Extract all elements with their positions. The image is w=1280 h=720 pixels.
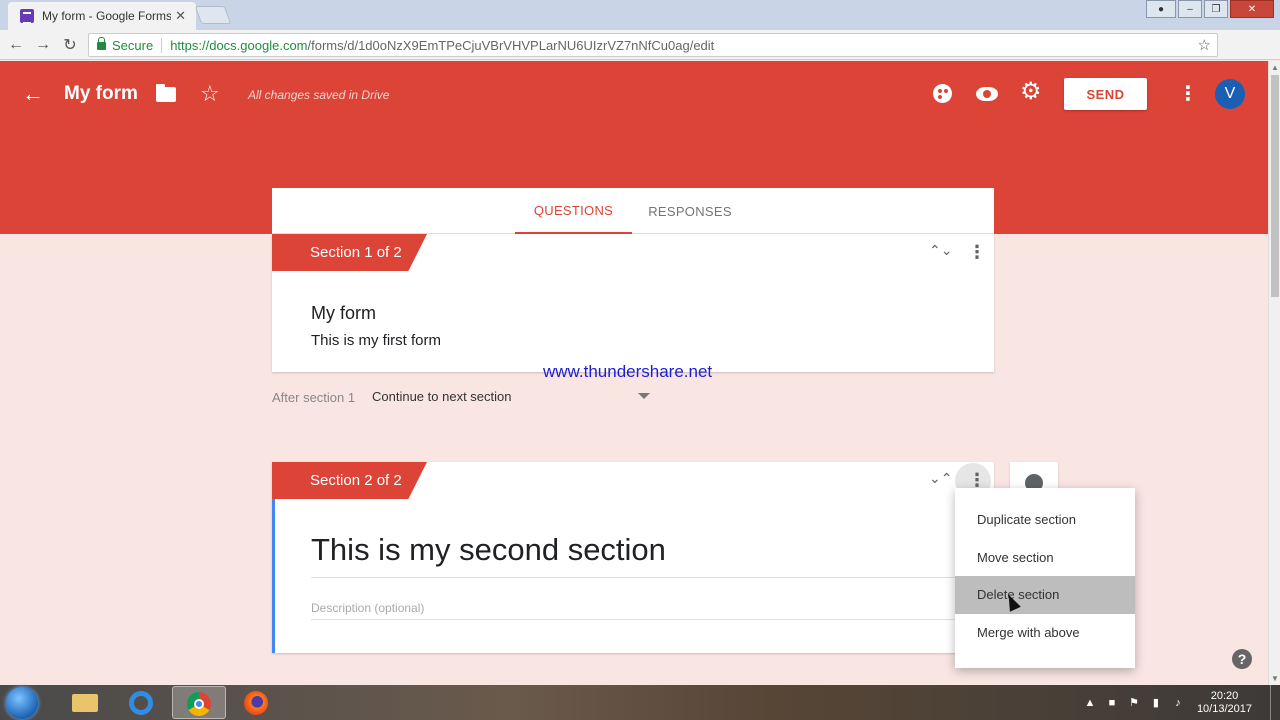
browser-tab-title: My form - Google Forms — [42, 9, 172, 23]
tray-expand-icon[interactable]: ▲ — [1083, 697, 1097, 709]
tab-close-icon[interactable]: ✕ — [175, 8, 186, 24]
taskbar-internet-explorer[interactable] — [115, 686, 169, 719]
section-1-more-icon[interactable]: ⋮ — [968, 242, 986, 263]
tray-security-icon[interactable]: ■ — [1105, 697, 1119, 709]
tab-responses[interactable]: RESPONSES — [640, 188, 740, 234]
form-tabs: QUESTIONS RESPONSES — [272, 188, 994, 234]
help-icon[interactable]: ? — [1232, 649, 1252, 669]
folder-icon[interactable] — [156, 84, 176, 102]
window-controls: ● – ❐ ✕ — [1146, 0, 1274, 18]
more-vert-icon[interactable]: ⋮ — [1178, 81, 1198, 106]
section-2-card: Section 2 of 2 ⌄⌃ ⋮ This is my second se… — [272, 462, 994, 653]
google-forms-favicon-icon — [20, 9, 34, 24]
volume-icon[interactable]: ♪ — [1171, 697, 1185, 709]
new-tab-button[interactable] — [194, 6, 232, 24]
window-close-icon[interactable]: ✕ — [1230, 0, 1274, 18]
dropdown-caret-icon[interactable] — [638, 393, 650, 399]
after-section-select[interactable]: Continue to next section — [372, 389, 511, 404]
title-underline — [311, 577, 971, 578]
system-tray: ▲ ■ ⚑ ▮ ♪ 20:20 10/13/2017 — [1083, 685, 1280, 720]
star-icon[interactable]: ☆ — [200, 81, 220, 107]
url-host: https://docs.google.com — [170, 37, 308, 53]
taskbar-explorer[interactable] — [58, 686, 112, 719]
taskbar-chrome[interactable] — [172, 686, 226, 719]
settings-gear-icon[interactable]: ⚙ — [1020, 80, 1042, 104]
clock-time: 20:20 — [1210, 689, 1239, 702]
collapse-icon[interactable]: ⌃⌄ — [929, 242, 952, 259]
focus-accent-bar — [272, 499, 275, 653]
internet-explorer-icon — [129, 691, 153, 715]
watermark: www.thundershare.net — [543, 362, 713, 381]
secure-label: Secure — [112, 37, 163, 53]
section-1-badge: Section 1 of 2 — [272, 234, 427, 271]
action-center-flag-icon[interactable]: ⚑ — [1127, 696, 1141, 709]
forward-arrow-icon[interactable]: → — [32, 36, 54, 54]
minimize-icon[interactable]: – — [1178, 0, 1202, 18]
section-1-title[interactable]: My form — [311, 303, 376, 324]
network-signal-icon[interactable]: ▮ — [1149, 696, 1163, 709]
section-1-description[interactable]: This is my first form — [311, 332, 441, 349]
save-status: All changes saved in Drive — [248, 88, 390, 102]
menu-item-delete-section[interactable]: Delete section — [955, 576, 1135, 614]
section-1-card: Section 1 of 2 ⌃⌄ ⋮ My form This is my f… — [272, 234, 994, 372]
lock-icon — [97, 37, 106, 50]
menu-item-merge-with-above[interactable]: Merge with above — [955, 614, 1135, 652]
taskbar-clock[interactable]: 20:20 10/13/2017 — [1197, 690, 1252, 716]
browser-tab-my-form[interactable]: My form - Google Forms ✕ — [8, 2, 196, 30]
browser-address-bar: ← → ↻ Secure https://docs.google.com /fo… — [0, 30, 1280, 83]
scrollbar-thumb[interactable] — [1271, 75, 1279, 297]
menu-item-move-section[interactable]: Move section — [955, 539, 1135, 577]
profile-icon[interactable]: ● — [1146, 0, 1176, 18]
browser-tab-bar: My form - Google Forms ✕ ● – ❐ ✕ — [0, 0, 1280, 30]
send-button[interactable]: SEND — [1064, 78, 1147, 110]
reload-icon[interactable]: ↻ — [59, 35, 81, 55]
back-arrow-icon[interactable]: ← — [5, 36, 27, 54]
section-2-description-input[interactable]: Description (optional) — [311, 601, 424, 615]
taskbar-firefox[interactable] — [230, 686, 284, 719]
firefox-icon — [244, 691, 268, 715]
section-context-menu: Duplicate section Move section Delete se… — [955, 488, 1135, 668]
section-2-badge: Section 2 of 2 — [272, 462, 427, 499]
bookmark-star-icon[interactable]: ☆ — [1198, 36, 1211, 54]
section-2-title-input[interactable]: This is my second section — [311, 532, 666, 568]
form-title[interactable]: My form — [64, 83, 138, 105]
preview-eye-icon[interactable] — [976, 87, 998, 101]
show-desktop-button[interactable] — [1270, 685, 1280, 720]
after-section-label: After section 1 — [272, 390, 356, 405]
clock-date: 10/13/2017 — [1196, 702, 1252, 715]
windows-taskbar: ▲ ■ ⚑ ▮ ♪ 20:20 10/13/2017 — [0, 685, 1280, 720]
url-path: /forms/d/1d0oNzX9EmTPeCjuVBrVHVPLarNU6UI… — [307, 37, 715, 53]
avatar[interactable]: V — [1215, 79, 1245, 109]
expand-icon[interactable]: ⌄⌃ — [929, 470, 952, 487]
palette-icon[interactable] — [933, 84, 952, 103]
chrome-icon — [187, 692, 211, 716]
maximize-icon[interactable]: ❐ — [1204, 0, 1228, 18]
start-button[interactable] — [6, 687, 38, 719]
url-input[interactable]: Secure https://docs.google.com /forms/d/… — [88, 33, 1218, 57]
page-scrollbar[interactable]: ▲ ▼ — [1268, 61, 1280, 685]
back-icon[interactable]: ← — [22, 81, 44, 107]
menu-item-duplicate-section[interactable]: Duplicate section — [955, 501, 1135, 539]
scroll-down-icon[interactable]: ▼ — [1271, 674, 1279, 683]
tab-questions[interactable]: QUESTIONS — [515, 188, 632, 234]
scroll-up-icon[interactable]: ▲ — [1271, 63, 1279, 72]
folder-explorer-icon — [72, 694, 98, 712]
description-underline — [311, 619, 971, 620]
